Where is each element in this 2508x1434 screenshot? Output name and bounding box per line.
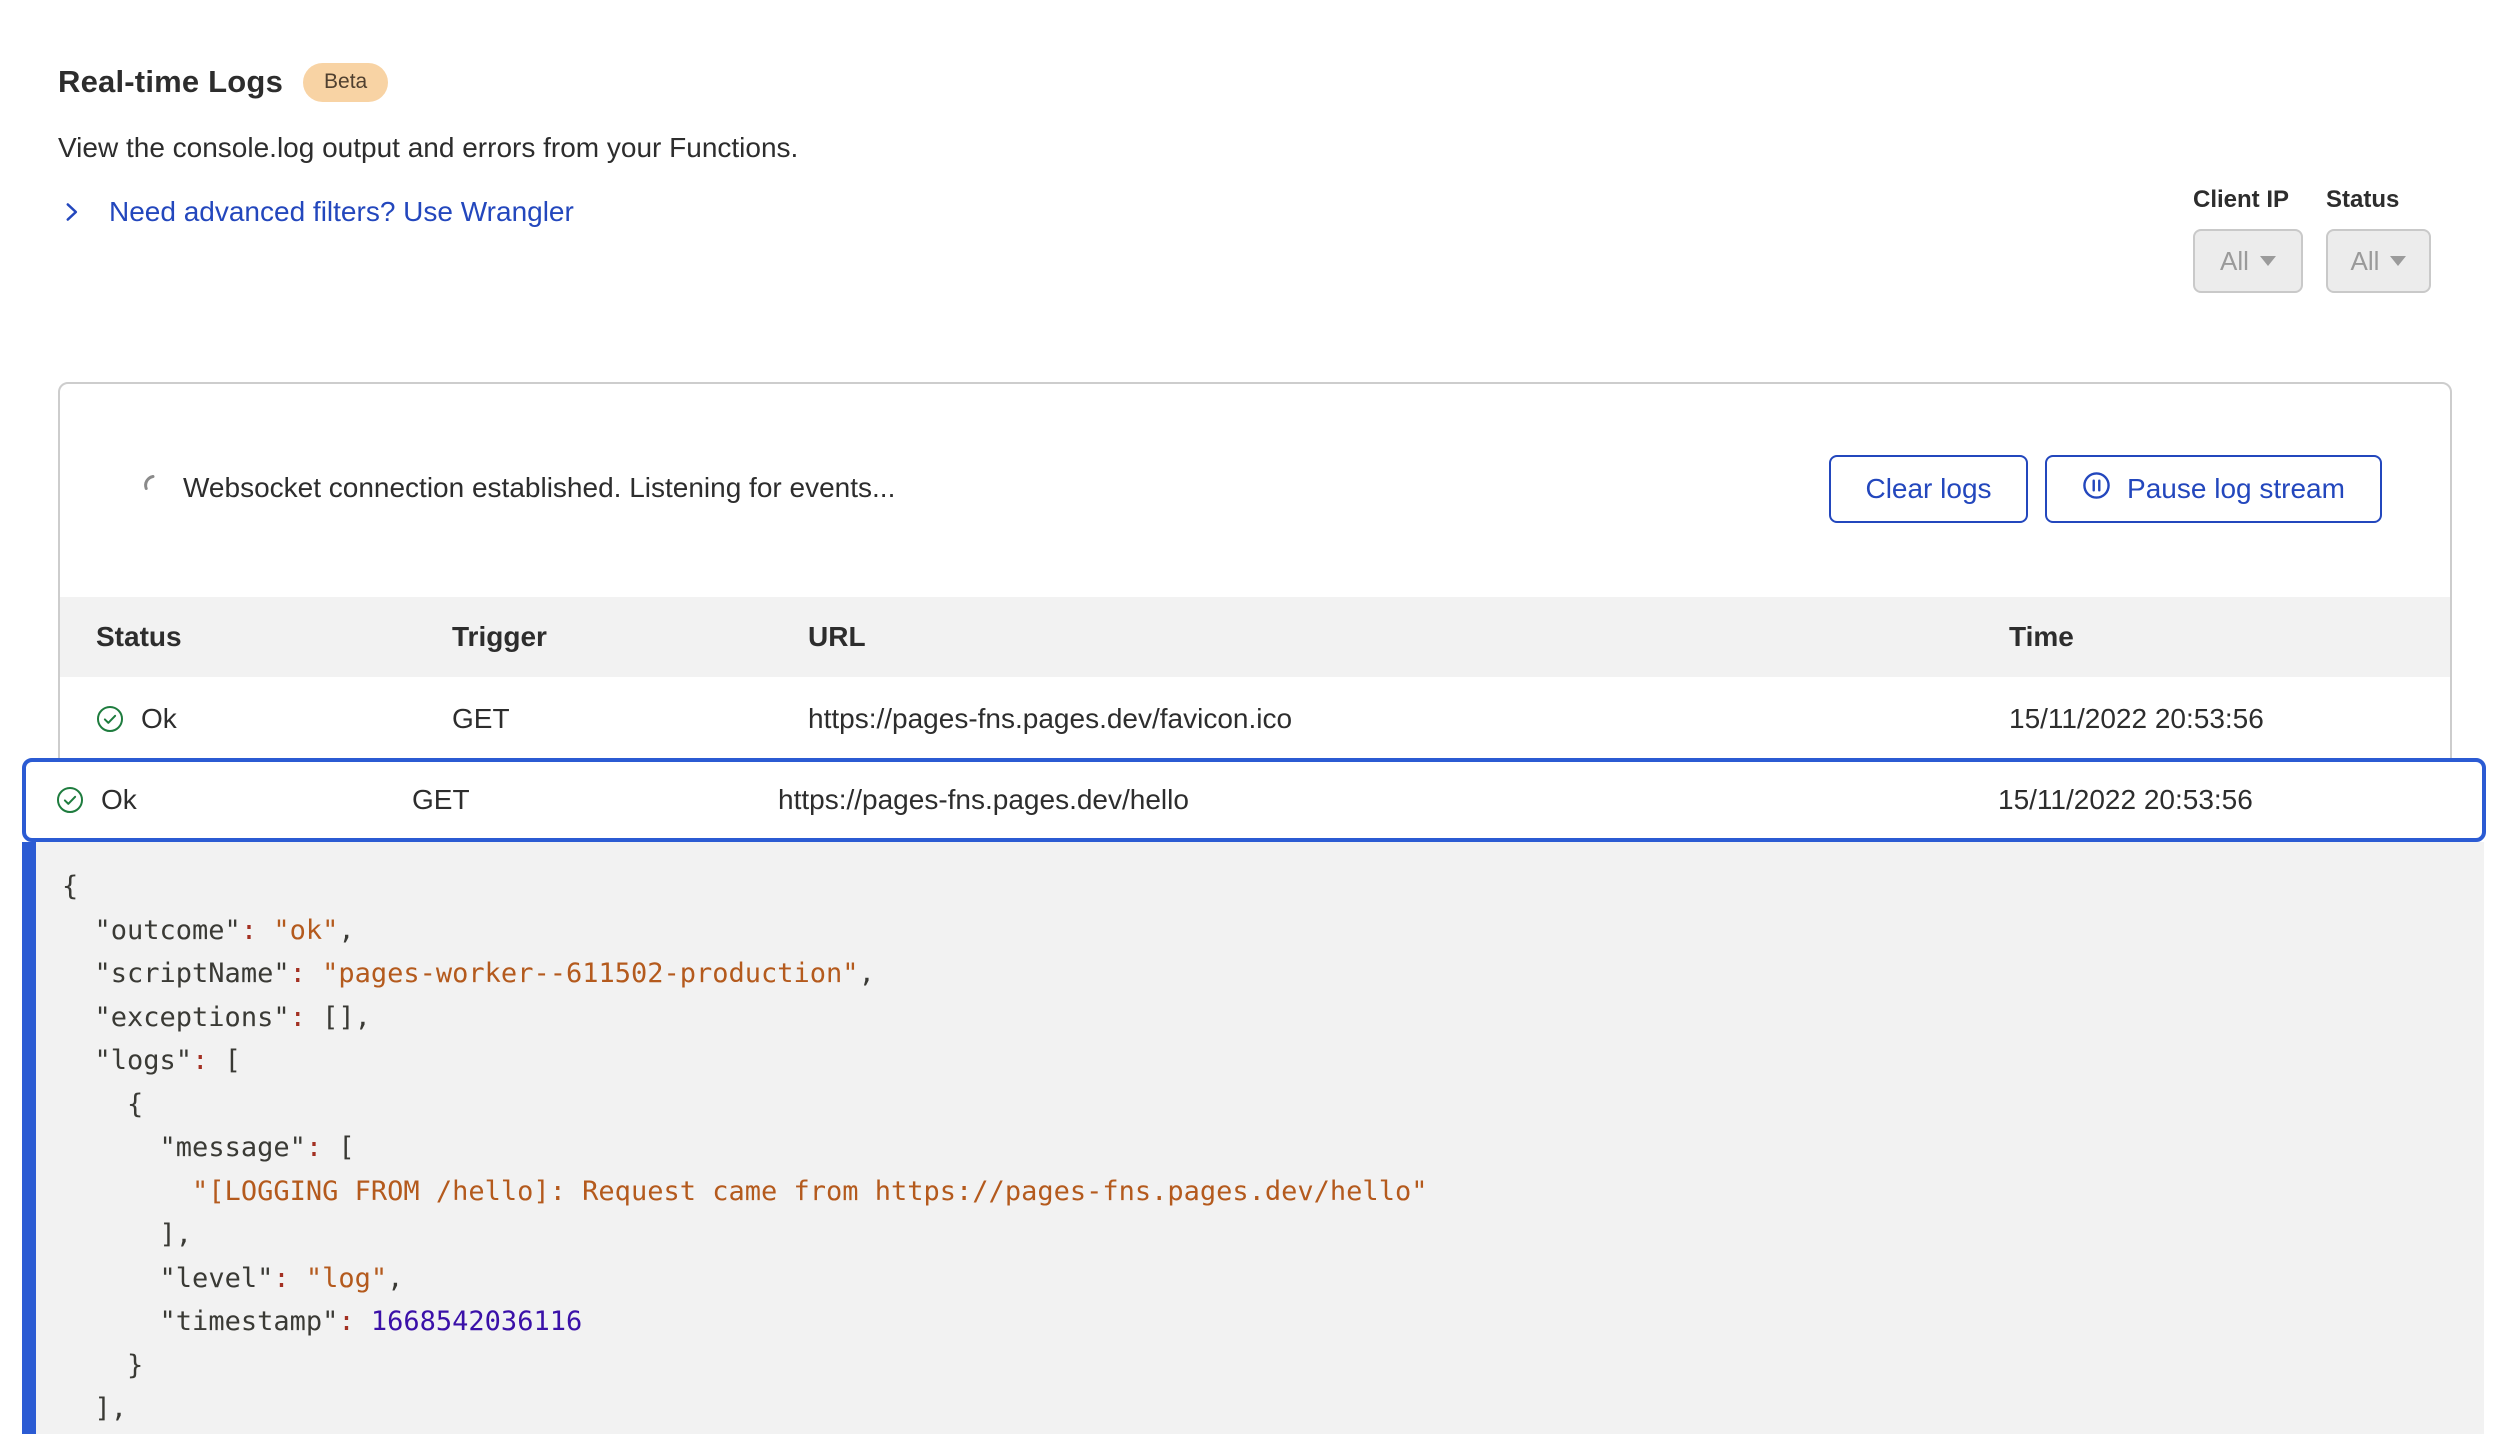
log-filters: Client IP All Status All xyxy=(2193,186,2431,293)
chevron-right-icon xyxy=(58,199,84,225)
status-filter-label: Status xyxy=(2326,186,2431,214)
pause-circle-icon xyxy=(2082,471,2111,507)
client-ip-filter: Client IP All xyxy=(2193,186,2303,293)
loading-spinner-icon xyxy=(142,472,166,504)
row-time: 15/11/2022 20:53:56 xyxy=(2009,703,2450,735)
pause-stream-label: Pause log stream xyxy=(2127,473,2345,505)
client-ip-dropdown[interactable]: All xyxy=(2193,229,2303,293)
stream-status-row: Websocket connection established. Listen… xyxy=(142,472,895,504)
wrangler-link-label: Need advanced filters? Use Wrangler xyxy=(109,196,574,228)
log-table-row[interactable]: Ok GET https://pages-fns.pages.dev/favic… xyxy=(60,677,2450,760)
selected-log-row[interactable]: Ok GET https://pages-fns.pages.dev/hello… xyxy=(22,758,2486,842)
log-json-output: { "outcome": "ok", "scriptName": "pages-… xyxy=(62,865,1427,1431)
row-trigger: GET xyxy=(412,784,778,816)
page-subtitle: View the console.log output and errors f… xyxy=(58,131,798,165)
column-header-trigger: Trigger xyxy=(452,621,808,653)
column-header-status: Status xyxy=(96,621,452,653)
chevron-down-icon xyxy=(2390,256,2406,266)
row-status-text: Ok xyxy=(101,784,137,816)
chevron-down-icon xyxy=(2260,256,2276,266)
check-circle-icon xyxy=(56,786,84,814)
advanced-filters-wrangler-link[interactable]: Need advanced filters? Use Wrangler xyxy=(58,196,574,228)
log-detail-panel: { "outcome": "ok", "scriptName": "pages-… xyxy=(22,842,2484,1434)
status-filter: Status All xyxy=(2326,186,2431,293)
row-url: https://pages-fns.pages.dev/favicon.ico xyxy=(808,703,2009,735)
status-dropdown[interactable]: All xyxy=(2326,229,2431,293)
pause-log-stream-button[interactable]: Pause log stream xyxy=(2045,455,2382,523)
beta-badge: Beta xyxy=(303,63,388,102)
client-ip-label: Client IP xyxy=(2193,186,2303,214)
row-time: 15/11/2022 20:53:56 xyxy=(1998,784,2482,816)
row-status-text: Ok xyxy=(141,703,177,735)
client-ip-selected-value: All xyxy=(2220,246,2249,277)
check-circle-icon xyxy=(96,705,124,733)
page-title: Real-time Logs xyxy=(58,64,283,100)
page-header: Real-time Logs Beta View the console.log… xyxy=(58,58,798,228)
status-selected-value: All xyxy=(2351,246,2380,277)
realtime-logs-page: Real-time Logs Beta View the console.log… xyxy=(0,0,2508,1434)
column-header-time: Time xyxy=(2009,621,2450,653)
row-url: https://pages-fns.pages.dev/hello xyxy=(778,784,1998,816)
clear-logs-button[interactable]: Clear logs xyxy=(1829,455,2028,523)
column-header-url: URL xyxy=(808,621,2009,653)
websocket-status-text: Websocket connection established. Listen… xyxy=(183,472,895,504)
row-trigger: GET xyxy=(452,703,808,735)
clear-logs-label: Clear logs xyxy=(1865,473,1991,505)
table-header-row: Status Trigger URL Time xyxy=(60,597,2450,677)
